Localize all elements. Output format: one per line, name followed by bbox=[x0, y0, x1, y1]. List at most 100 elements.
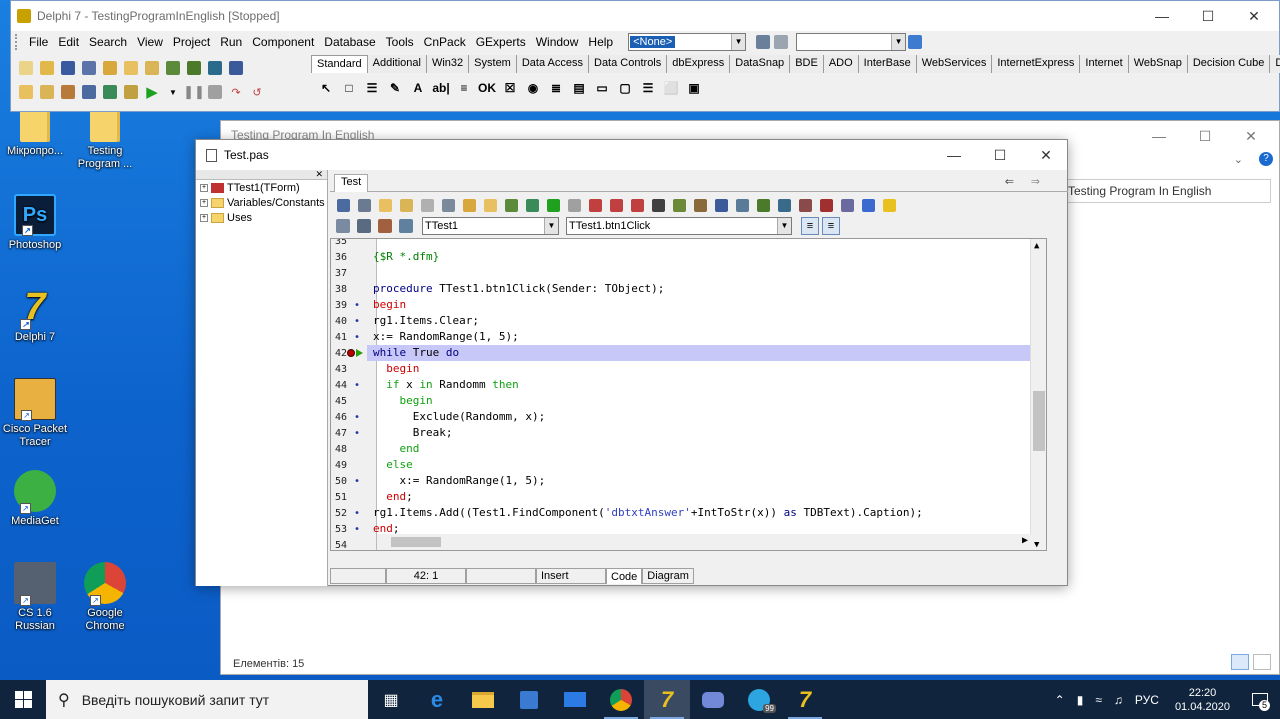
vertical-scroll-thumb[interactable] bbox=[1033, 391, 1045, 451]
code-line[interactable]: 39 • begin bbox=[331, 297, 1046, 313]
tiles-view-icon[interactable] bbox=[1253, 654, 1271, 670]
bg-minimize-button[interactable]: — bbox=[1136, 121, 1182, 151]
menu-file[interactable]: File bbox=[24, 35, 53, 49]
code-line[interactable]: 51 end; bbox=[331, 489, 1046, 505]
desktop-icon-folder[interactable]: Testing Program ... bbox=[70, 104, 140, 171]
editor-tool-icon[interactable] bbox=[859, 196, 877, 214]
palette-component-icon[interactable]: ≣ bbox=[547, 79, 565, 97]
desktop-icon-cs[interactable]: ↗ CS 1.6 Russian bbox=[0, 562, 70, 633]
view-form-icon[interactable] bbox=[38, 83, 56, 101]
editor-tool-icon[interactable] bbox=[376, 196, 394, 214]
line-markers[interactable]: • bbox=[347, 428, 367, 439]
code-line[interactable]: 42 while True do bbox=[331, 345, 1046, 361]
line-markers[interactable]: • bbox=[347, 524, 367, 535]
editor-close-button[interactable]: ✕ bbox=[1023, 140, 1069, 170]
line-markers[interactable]: • bbox=[347, 332, 367, 343]
back-icon[interactable]: ⇐ bbox=[999, 174, 1020, 192]
palette-tab[interactable]: Dialo... bbox=[1270, 55, 1280, 73]
menu-help[interactable]: Help bbox=[583, 35, 618, 49]
trace-into-icon[interactable] bbox=[206, 83, 224, 101]
code-line[interactable]: 45 begin bbox=[331, 393, 1046, 409]
palette-tab[interactable]: InternetExpress bbox=[992, 55, 1081, 73]
palette-tab[interactable]: dbExpress bbox=[667, 55, 731, 73]
delphi2-taskbar-icon[interactable]: 7 bbox=[782, 680, 828, 719]
expand-icon[interactable]: + bbox=[200, 183, 208, 192]
bg-close-button[interactable]: ✕ bbox=[1228, 121, 1274, 151]
close-button[interactable]: ✕ bbox=[1231, 1, 1277, 31]
desktop-icon-folder[interactable]: Мікропро... bbox=[0, 104, 70, 158]
component-3-icon[interactable] bbox=[227, 59, 245, 77]
palette-component-icon[interactable]: ≡ bbox=[455, 79, 473, 97]
code-line[interactable]: 49 else bbox=[331, 457, 1046, 473]
tree-item-variables[interactable]: + Variables/Constants bbox=[196, 195, 327, 210]
tab-code[interactable]: Code bbox=[606, 568, 643, 584]
editor-tool-icon[interactable] bbox=[649, 196, 667, 214]
save-icon[interactable] bbox=[59, 59, 77, 77]
delphi-titlebar[interactable]: Delphi 7 - TestingProgramInEnglish [Stop… bbox=[11, 1, 1279, 31]
palette-tab[interactable]: WebSnap bbox=[1128, 55, 1188, 73]
menu-tools[interactable]: Tools bbox=[381, 35, 419, 49]
mail-icon[interactable] bbox=[552, 680, 598, 719]
menu-component[interactable]: Component bbox=[247, 35, 319, 49]
chevron-down-icon[interactable]: ⌄ bbox=[1234, 153, 1243, 166]
open-icon[interactable] bbox=[38, 59, 56, 77]
editor-tool-icon[interactable] bbox=[796, 196, 814, 214]
editor-tool-icon[interactable] bbox=[586, 196, 604, 214]
intf-icon[interactable] bbox=[376, 217, 394, 235]
tree-item-uses[interactable]: + Uses bbox=[196, 210, 327, 225]
line-markers[interactable]: • bbox=[347, 508, 367, 519]
taskbar-search[interactable]: ⚲ Введіть пошуковий запит тут bbox=[46, 680, 368, 719]
method-combo[interactable]: TTest1.btn1Click ▼ bbox=[566, 217, 792, 235]
palette-tab[interactable]: Win32 bbox=[426, 55, 470, 73]
task-view-button[interactable]: ▦ bbox=[368, 680, 414, 719]
palette-component-icon[interactable]: ↖ bbox=[317, 79, 335, 97]
bg-maximize-button[interactable]: ☐ bbox=[1182, 121, 1228, 151]
line-markers[interactable]: • bbox=[347, 476, 367, 487]
language-indicator[interactable]: РУС bbox=[1135, 693, 1159, 707]
add-file-icon[interactable] bbox=[122, 59, 140, 77]
forward-icon[interactable]: ⇒ bbox=[1025, 174, 1046, 192]
editor-tool-icon[interactable] bbox=[565, 196, 583, 214]
code-line[interactable]: 46 • Exclude(Randomm, x); bbox=[331, 409, 1046, 425]
line-markers[interactable]: • bbox=[347, 380, 367, 391]
breakpoint-icon[interactable] bbox=[347, 349, 355, 357]
editor-maximize-button[interactable]: ☐ bbox=[977, 140, 1023, 170]
desktop-icon-mediaget[interactable]: ↗ MediaGet bbox=[0, 470, 70, 528]
step-icon[interactable] bbox=[122, 83, 140, 101]
palette-component-icon[interactable]: ☒ bbox=[501, 79, 519, 97]
menu-database[interactable]: Database bbox=[319, 35, 380, 49]
edge-icon[interactable]: e bbox=[414, 680, 460, 719]
palette-component-icon[interactable]: ⬜ bbox=[662, 79, 680, 97]
scroll-up-icon[interactable]: ▲ bbox=[1034, 241, 1039, 251]
pause-icon[interactable]: ❚❚ bbox=[183, 83, 205, 101]
clock[interactable]: 22:20 01.04.2020 bbox=[1175, 686, 1230, 714]
delphi-taskbar-icon[interactable]: 7 bbox=[644, 680, 690, 719]
vertical-scrollbar[interactable]: ▲ ▼ bbox=[1030, 239, 1046, 550]
close-icon[interactable]: ✕ bbox=[315, 170, 323, 179]
code-line[interactable]: 48 end bbox=[331, 441, 1046, 457]
new-icon[interactable] bbox=[17, 59, 35, 77]
nav2-icon[interactable] bbox=[355, 217, 373, 235]
code-line[interactable]: 43 begin bbox=[331, 361, 1046, 377]
palette-component-icon[interactable]: □ bbox=[340, 79, 358, 97]
line-markers[interactable]: • bbox=[347, 300, 367, 311]
editor-tool-icon[interactable] bbox=[628, 196, 646, 214]
desktop-icon-chrome[interactable]: ↗ Google Chrome bbox=[70, 562, 140, 633]
second-combo[interactable]: ▼ bbox=[796, 33, 907, 51]
discord-icon[interactable] bbox=[690, 680, 736, 719]
minimize-button[interactable]: — bbox=[1139, 1, 1185, 31]
menu-cnpack[interactable]: CnPack bbox=[419, 35, 471, 49]
editor-minimize-button[interactable]: — bbox=[931, 140, 977, 170]
palette-tab[interactable]: InterBase bbox=[858, 55, 917, 73]
checklist-icon[interactable] bbox=[164, 59, 182, 77]
code-line[interactable]: 50 • x:= RandomRange(1, 5); bbox=[331, 473, 1046, 489]
align-right-icon[interactable]: ≡ bbox=[822, 217, 840, 235]
save-all-icon[interactable] bbox=[80, 59, 98, 77]
chrome-taskbar-icon[interactable] bbox=[598, 680, 644, 719]
open-project-icon[interactable] bbox=[101, 59, 119, 77]
palette-component-icon[interactable]: ▤ bbox=[570, 79, 588, 97]
editor-tool-icon[interactable] bbox=[880, 196, 898, 214]
expand-icon[interactable]: + bbox=[200, 213, 208, 222]
palette-component-icon[interactable]: ▭ bbox=[593, 79, 611, 97]
tree-item-form[interactable]: + TTest1(TForm) bbox=[196, 180, 327, 195]
